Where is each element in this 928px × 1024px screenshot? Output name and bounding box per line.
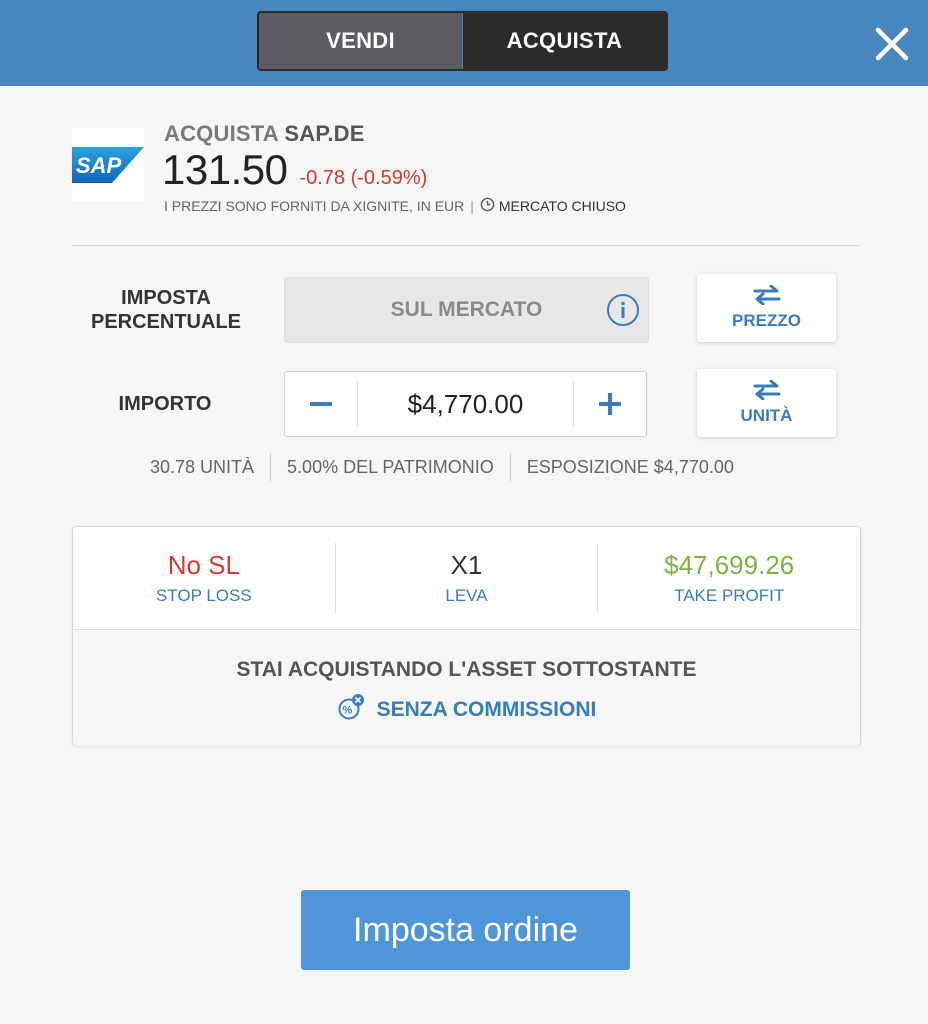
asset-symbol: SAP.DE <box>284 121 365 146</box>
stop-loss-tab[interactable]: No SL STOP LOSS <box>73 543 335 613</box>
separator <box>270 453 272 481</box>
commission-text: SENZA COMMISSIONI <box>376 698 597 721</box>
increase-button[interactable] <box>574 372 646 436</box>
svg-text:SAP: SAP <box>76 153 122 178</box>
buy-sell-toggle: VENDI ACQUISTA <box>257 11 668 71</box>
rate-field[interactable]: SUL MERCATO <box>284 277 649 343</box>
take-profit-tab[interactable]: $47,699.26 TAKE PROFIT <box>597 543 860 613</box>
stop-loss-value: No SL <box>167 550 240 580</box>
amount-stepper: $4,770.00 <box>284 371 647 437</box>
amount-input[interactable]: $4,770.00 <box>357 382 574 426</box>
tab-sell[interactable]: VENDI <box>259 13 463 69</box>
take-profit-value: $47,699.26 <box>664 550 795 580</box>
switch-price-label: PREZZO <box>732 311 801 330</box>
asset-notice: STAI ACQUISTANDO L'ASSET SOTTOSTANTE % S… <box>73 629 860 746</box>
price-source: I PREZZI SONO FORNITI DA XIGNITE, IN EUR <box>164 198 465 214</box>
stop-loss-label: STOP LOSS <box>155 586 252 605</box>
exposure-value: ESPOSIZIONE $4,770.00 <box>526 456 734 477</box>
amount-label: IMPORTO <box>118 393 212 415</box>
note-separator: | <box>470 198 474 214</box>
trade-settings-card: No SL STOP LOSS X1 LEVA $47,699.26 TAKE … <box>72 526 861 746</box>
rate-value: SUL MERCATO <box>390 298 543 321</box>
top-bar: VENDI ACQUISTA <box>0 0 928 86</box>
current-price: 131.50 <box>162 146 288 193</box>
asset-title: ACQUISTA SAP.DE <box>164 121 365 147</box>
leverage-value: X1 <box>450 550 483 580</box>
market-status: MERCATO CHIUSO <box>498 198 626 214</box>
switch-to-price-button[interactable]: PREZZO <box>697 274 836 342</box>
close-icon[interactable] <box>870 22 914 66</box>
separator <box>509 453 511 481</box>
price-change: -0.78 (-0.59%) <box>299 167 428 189</box>
switch-to-units-button[interactable]: UNITÀ <box>697 369 836 437</box>
minus-icon <box>310 402 332 406</box>
rate-label-line1: IMPOSTA <box>121 287 211 309</box>
swap-arrows-icon <box>753 285 780 305</box>
plus-icon <box>599 393 621 415</box>
equity-percent: 5.00% DEL PATRIMONIO <box>287 456 494 477</box>
sap-logo: SAP <box>72 128 144 201</box>
rate-label-line2: PERCENTUALE <box>90 311 241 333</box>
leverage-label: LEVA <box>445 586 488 605</box>
switch-units-label: UNITÀ <box>740 406 793 425</box>
price-note: I PREZZI SONO FORNITI DA XIGNITE, IN EUR… <box>164 197 626 215</box>
set-order-button[interactable]: Imposta ordine <box>301 890 630 970</box>
trade-stats: No SL STOP LOSS X1 LEVA $47,699.26 TAKE … <box>73 527 860 629</box>
units-value: 30.78 UNITÀ <box>150 456 255 477</box>
rate-label: IMPOSTA PERCENTUALE <box>80 286 252 334</box>
price-row: 131.50 -0.78 (-0.59%) <box>162 146 427 194</box>
swap-arrows-icon <box>753 380 780 400</box>
zero-commission-icon: % <box>337 693 365 727</box>
divider <box>72 245 861 246</box>
tab-buy[interactable]: ACQUISTA <box>463 13 666 69</box>
svg-text:%: % <box>342 705 352 717</box>
amount-details: 30.78 UNITÀ 5.00% DEL PATRIMONIO ESPOSIZ… <box>150 453 734 481</box>
order-action: ACQUISTA <box>164 121 279 146</box>
clock-icon <box>480 197 495 215</box>
underlying-asset-text: STAI ACQUISTANDO L'ASSET SOTTOSTANTE <box>236 658 697 681</box>
info-icon[interactable] <box>606 293 640 327</box>
leverage-tab[interactable]: X1 LEVA <box>334 543 598 613</box>
decrease-button[interactable] <box>285 372 357 436</box>
commission-info: % SENZA COMMISSIONI <box>73 693 860 727</box>
take-profit-label: TAKE PROFIT <box>674 586 785 605</box>
